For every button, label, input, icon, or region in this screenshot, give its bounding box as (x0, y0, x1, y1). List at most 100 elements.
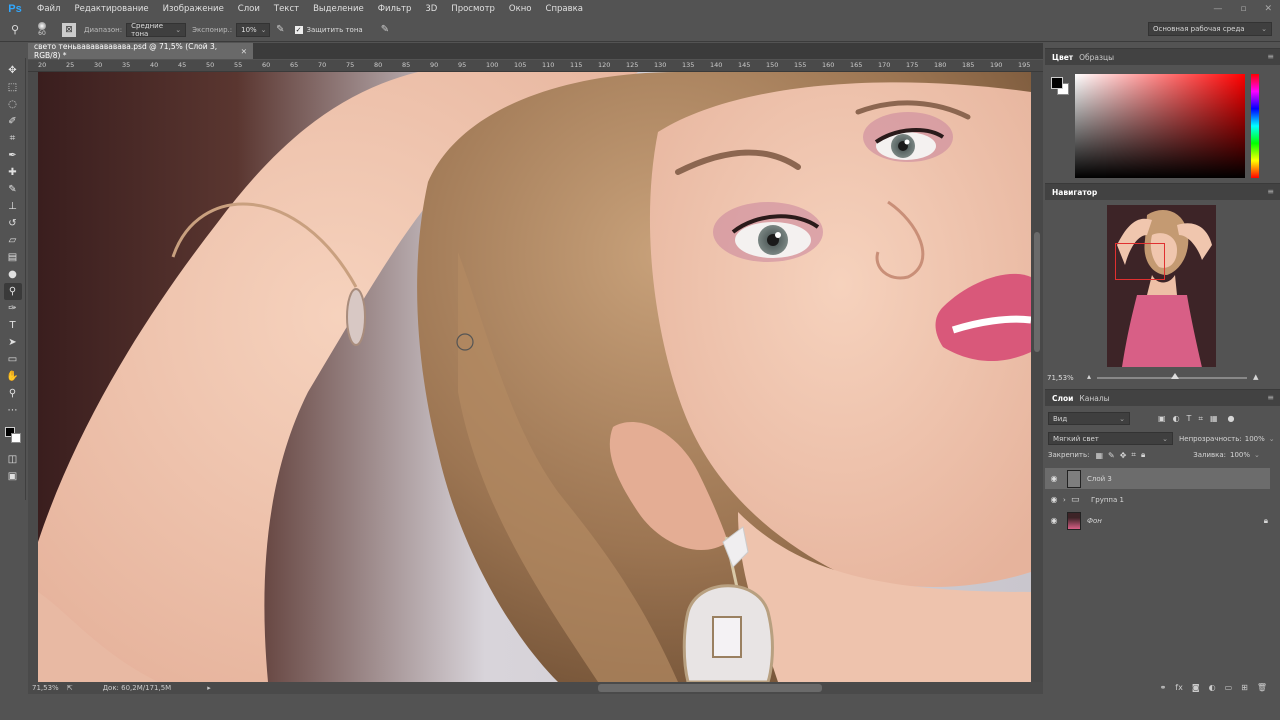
tab-color[interactable]: Цвет (1049, 53, 1076, 62)
blend-mode-select[interactable]: Мягкий свет ⌄ (1048, 432, 1173, 445)
exposure-field[interactable]: 10% ⌄ (236, 22, 271, 37)
protect-tones-checkbox[interactable]: ✓ (294, 25, 303, 34)
vertical-scrollbar[interactable] (1031, 72, 1043, 682)
opacity-value[interactable]: 100% (1245, 435, 1265, 443)
pressure-size-icon[interactable]: ✎ (381, 24, 389, 35)
navigator-thumbnail[interactable] (1107, 205, 1216, 367)
status-zoom[interactable]: 71,53% (32, 684, 59, 692)
export-icon[interactable]: ⇱ (67, 684, 73, 692)
dodge-tool-preset-icon[interactable]: ⚲ (0, 23, 30, 36)
menu-image[interactable]: Изображение (156, 4, 231, 14)
menu-type[interactable]: Текст (267, 4, 306, 14)
new-layer-icon[interactable]: ⊞ (1241, 683, 1248, 692)
lock-artboard-icon[interactable]: ⌗ (1131, 450, 1136, 460)
path-select-tool-icon[interactable]: ➤ (4, 334, 22, 351)
filter-smart-object-icon[interactable]: ▦ (1210, 414, 1218, 423)
lock-position-icon[interactable]: ✥ (1120, 451, 1127, 460)
horizontal-scrollbar[interactable] (188, 682, 1028, 694)
layer-filter-select[interactable]: Вид ⌄ (1048, 412, 1130, 425)
tab-channels[interactable]: Каналы (1076, 394, 1112, 403)
gradient-tool-icon[interactable]: ▤ (4, 249, 22, 266)
lock-pixels-icon[interactable]: ✎ (1108, 451, 1115, 460)
zoom-in-icon[interactable]: ▴ (1253, 370, 1259, 383)
layer-name[interactable]: Слой 3 (1087, 475, 1112, 483)
navigator-zoom-slider[interactable] (1097, 373, 1247, 379)
healing-brush-tool-icon[interactable]: ✚ (4, 164, 22, 181)
menu-edit[interactable]: Редактирование (67, 4, 155, 14)
brush-preset-picker[interactable]: 60 (30, 22, 54, 37)
zoom-slider-handle[interactable] (1171, 373, 1179, 379)
panel-menu-icon[interactable]: ≡ (1267, 187, 1274, 196)
tab-navigator[interactable]: Навигатор (1049, 188, 1100, 197)
filter-toggle-icon[interactable]: ● (1228, 414, 1235, 423)
menu-select[interactable]: Выделение (306, 4, 371, 14)
adjustment-layer-icon[interactable]: ◐ (1209, 683, 1216, 692)
zoom-out-icon[interactable]: ▴ (1087, 372, 1091, 381)
expand-arrow-icon[interactable]: › (1063, 496, 1071, 504)
filter-type-icon[interactable]: T (1187, 414, 1192, 423)
minimize-icon[interactable]: — (1213, 4, 1222, 14)
shape-tool-icon[interactable]: ▭ (4, 351, 22, 368)
filter-shape-icon[interactable]: ⌗ (1198, 414, 1203, 424)
document-canvas[interactable] (38, 72, 1031, 682)
marquee-tool-icon[interactable]: ⬚ (4, 79, 22, 96)
range-select[interactable]: Средние тона ⌄ (126, 22, 187, 38)
menu-view[interactable]: Просмотр (444, 4, 502, 14)
workspace-select[interactable]: Основная рабочая среда ⌄ (1148, 22, 1272, 36)
filter-adjustment-icon[interactable]: ◐ (1173, 414, 1180, 423)
color-panel-foreground-swatch[interactable] (1051, 77, 1063, 89)
quick-mask-icon[interactable]: ◫ (4, 451, 22, 468)
airbrush-icon[interactable]: ✎ (276, 24, 284, 35)
fill-value[interactable]: 100% (1230, 451, 1250, 459)
link-layers-icon[interactable]: ⚭ (1160, 683, 1167, 692)
close-tab-icon[interactable]: ✕ (241, 47, 247, 56)
panel-menu-icon[interactable]: ≡ (1267, 393, 1274, 402)
eye-icon[interactable]: ◉ (1045, 474, 1063, 483)
layer-row[interactable]: ◉ Слой 3 (1045, 468, 1270, 489)
filter-pixel-icon[interactable]: ▣ (1158, 414, 1166, 423)
close-icon[interactable]: ✕ (1264, 4, 1272, 14)
layer-name[interactable]: Фон (1087, 517, 1102, 525)
add-mask-icon[interactable]: ◙ (1192, 683, 1200, 692)
move-tool-icon[interactable]: ✥ (4, 62, 22, 79)
type-tool-icon[interactable]: T (4, 317, 22, 334)
hue-slider[interactable] (1251, 74, 1259, 178)
menu-help[interactable]: Справка (539, 4, 590, 14)
chevron-down-icon[interactable]: ⌄ (1254, 451, 1260, 459)
navigator-view-frame[interactable] (1115, 243, 1165, 280)
dodge-tool-icon[interactable]: ⚲ (3, 283, 22, 300)
pen-tool-icon[interactable]: ✑ (4, 300, 22, 317)
brush-panel-icon[interactable]: ⊠ (62, 22, 76, 37)
panel-menu-icon[interactable]: ≡ (1267, 52, 1274, 61)
eye-icon[interactable]: ◉ (1045, 516, 1063, 525)
chevron-down-icon[interactable]: ⌄ (1269, 435, 1275, 443)
menu-layers[interactable]: Слои (231, 4, 267, 14)
menu-file[interactable]: Файл (30, 4, 67, 14)
vertical-scroll-thumb[interactable] (1034, 232, 1040, 352)
clone-stamp-tool-icon[interactable]: ⊥ (4, 198, 22, 215)
menu-window[interactable]: Окно (502, 4, 539, 14)
eraser-tool-icon[interactable]: ▱ (4, 232, 22, 249)
more-tools-icon[interactable]: ⋯ (4, 402, 22, 419)
color-spectrum-field[interactable] (1075, 74, 1245, 178)
layer-row[interactable]: ◉ › ▭ Группа 1 (1045, 489, 1270, 510)
lock-transparent-icon[interactable]: ▦ (1095, 451, 1103, 460)
brush-tool-icon[interactable]: ✎ (4, 181, 22, 198)
horizontal-scroll-thumb[interactable] (598, 684, 822, 692)
zoom-tool-icon[interactable]: ⚲ (4, 385, 22, 402)
eyedropper-tool-icon[interactable]: ✒ (4, 147, 22, 164)
lock-all-icon[interactable]: 🔒︎ (1141, 450, 1145, 460)
maximize-icon[interactable]: ▫ (1240, 4, 1246, 14)
document-tab[interactable]: свето теньвававававава.psd @ 71,5% (Слой… (28, 42, 253, 60)
color-swatches[interactable] (3, 423, 23, 445)
hand-tool-icon[interactable]: ✋ (4, 368, 22, 385)
history-brush-tool-icon[interactable]: ↺ (4, 215, 22, 232)
lasso-tool-icon[interactable]: ◌ (4, 96, 22, 113)
navigator-zoom-value[interactable]: 71,53% (1047, 374, 1074, 382)
screen-mode-icon[interactable]: ▣ (4, 468, 22, 485)
tab-swatches[interactable]: Образцы (1076, 53, 1117, 62)
tab-layers[interactable]: Слои (1049, 394, 1076, 403)
crop-tool-icon[interactable]: ⌗ (4, 130, 22, 147)
menu-filter[interactable]: Фильтр (371, 4, 419, 14)
quick-select-tool-icon[interactable]: ✐ (4, 113, 22, 130)
